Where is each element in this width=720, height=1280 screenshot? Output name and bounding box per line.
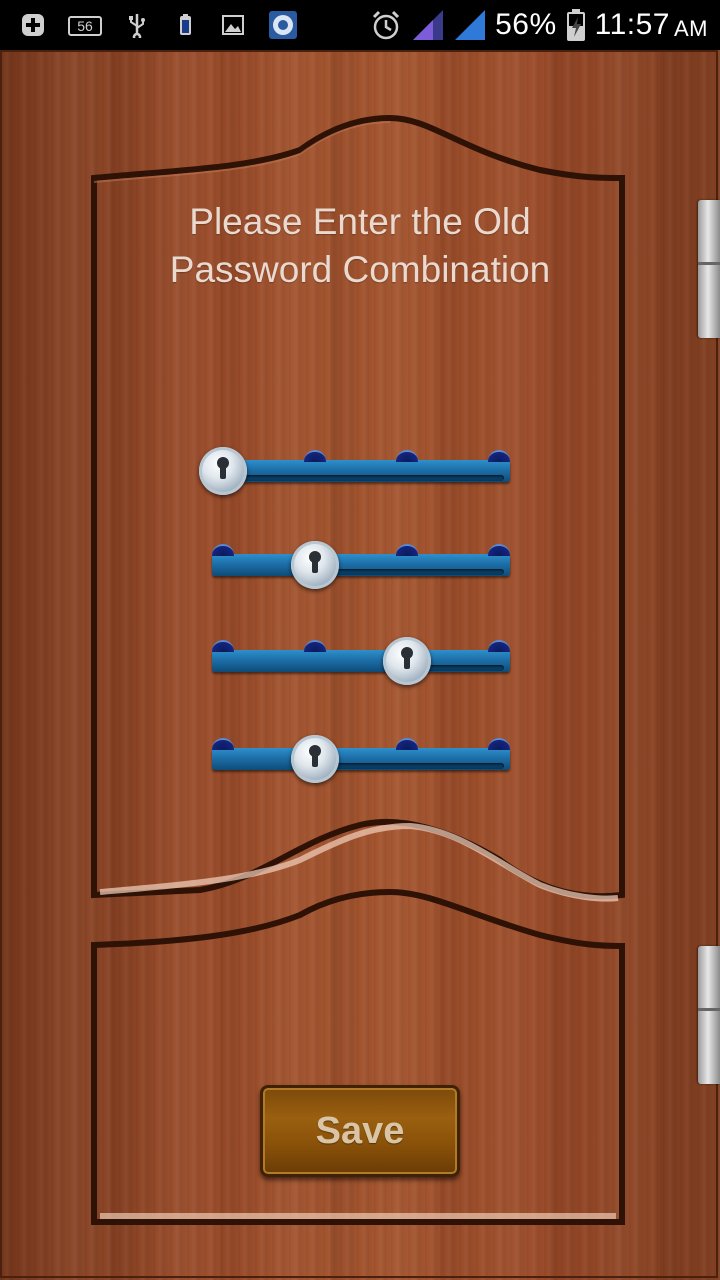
slider-track	[212, 650, 510, 672]
prompt-line-1: Please Enter the Old	[189, 201, 531, 242]
signal-2-icon	[453, 8, 487, 42]
save-button-label: Save	[315, 1109, 405, 1152]
lock-knob-icon[interactable]	[383, 637, 431, 685]
lock-knob-icon[interactable]	[291, 735, 339, 783]
slider-stop	[396, 544, 418, 556]
lock-knob-icon[interactable]	[199, 447, 247, 495]
slider-track	[212, 554, 510, 576]
usb-icon	[124, 12, 150, 42]
battery-percent: 56%	[495, 8, 557, 41]
clock-time: 11:57	[594, 8, 670, 41]
slider-stop	[488, 450, 510, 462]
signal-1-icon	[411, 8, 445, 42]
slider-groove	[237, 475, 504, 481]
clock-ampm: AM	[674, 16, 708, 41]
prompt-title: Please Enter the Old Password Combinatio…	[100, 198, 620, 294]
notification-56-icon: 56	[68, 12, 102, 38]
system-status: 56% 11:57 AM	[369, 4, 708, 46]
slider-stop	[212, 640, 234, 652]
slider-stop	[488, 640, 510, 652]
door-hinge-bottom	[698, 946, 720, 1084]
slider-stop	[304, 450, 326, 462]
image-icon	[220, 12, 246, 38]
slider-stop	[396, 738, 418, 750]
slider-stop	[212, 544, 234, 556]
combination-slider-3[interactable]	[212, 637, 512, 685]
add-icon	[20, 12, 46, 38]
app-icon	[268, 10, 298, 40]
combination-slider-2[interactable]	[212, 541, 512, 589]
slider-stop	[212, 738, 234, 750]
slider-groove	[329, 763, 504, 769]
combination-slider-1[interactable]	[199, 447, 512, 495]
slider-stop	[488, 738, 510, 750]
combination-slider-4[interactable]	[212, 735, 512, 783]
status-bar: 56 56% 11:57 AM	[0, 0, 720, 50]
battery-charging-icon	[565, 8, 587, 42]
battery-small-icon	[172, 12, 198, 38]
door-hinge-top	[698, 200, 720, 338]
slider-stop	[488, 544, 510, 556]
slider-stop	[304, 640, 326, 652]
slider-track	[212, 748, 510, 770]
notification-icons: 56	[20, 8, 298, 42]
lock-knob-icon[interactable]	[291, 541, 339, 589]
slider-track	[227, 460, 510, 482]
slider-groove	[421, 665, 504, 671]
slider-groove	[329, 569, 504, 575]
alarm-icon	[369, 8, 403, 42]
save-button[interactable]: Save	[260, 1085, 460, 1177]
notification-badge-text: 56	[77, 18, 93, 34]
prompt-line-2: Password Combination	[169, 249, 551, 290]
slider-stop	[396, 450, 418, 462]
